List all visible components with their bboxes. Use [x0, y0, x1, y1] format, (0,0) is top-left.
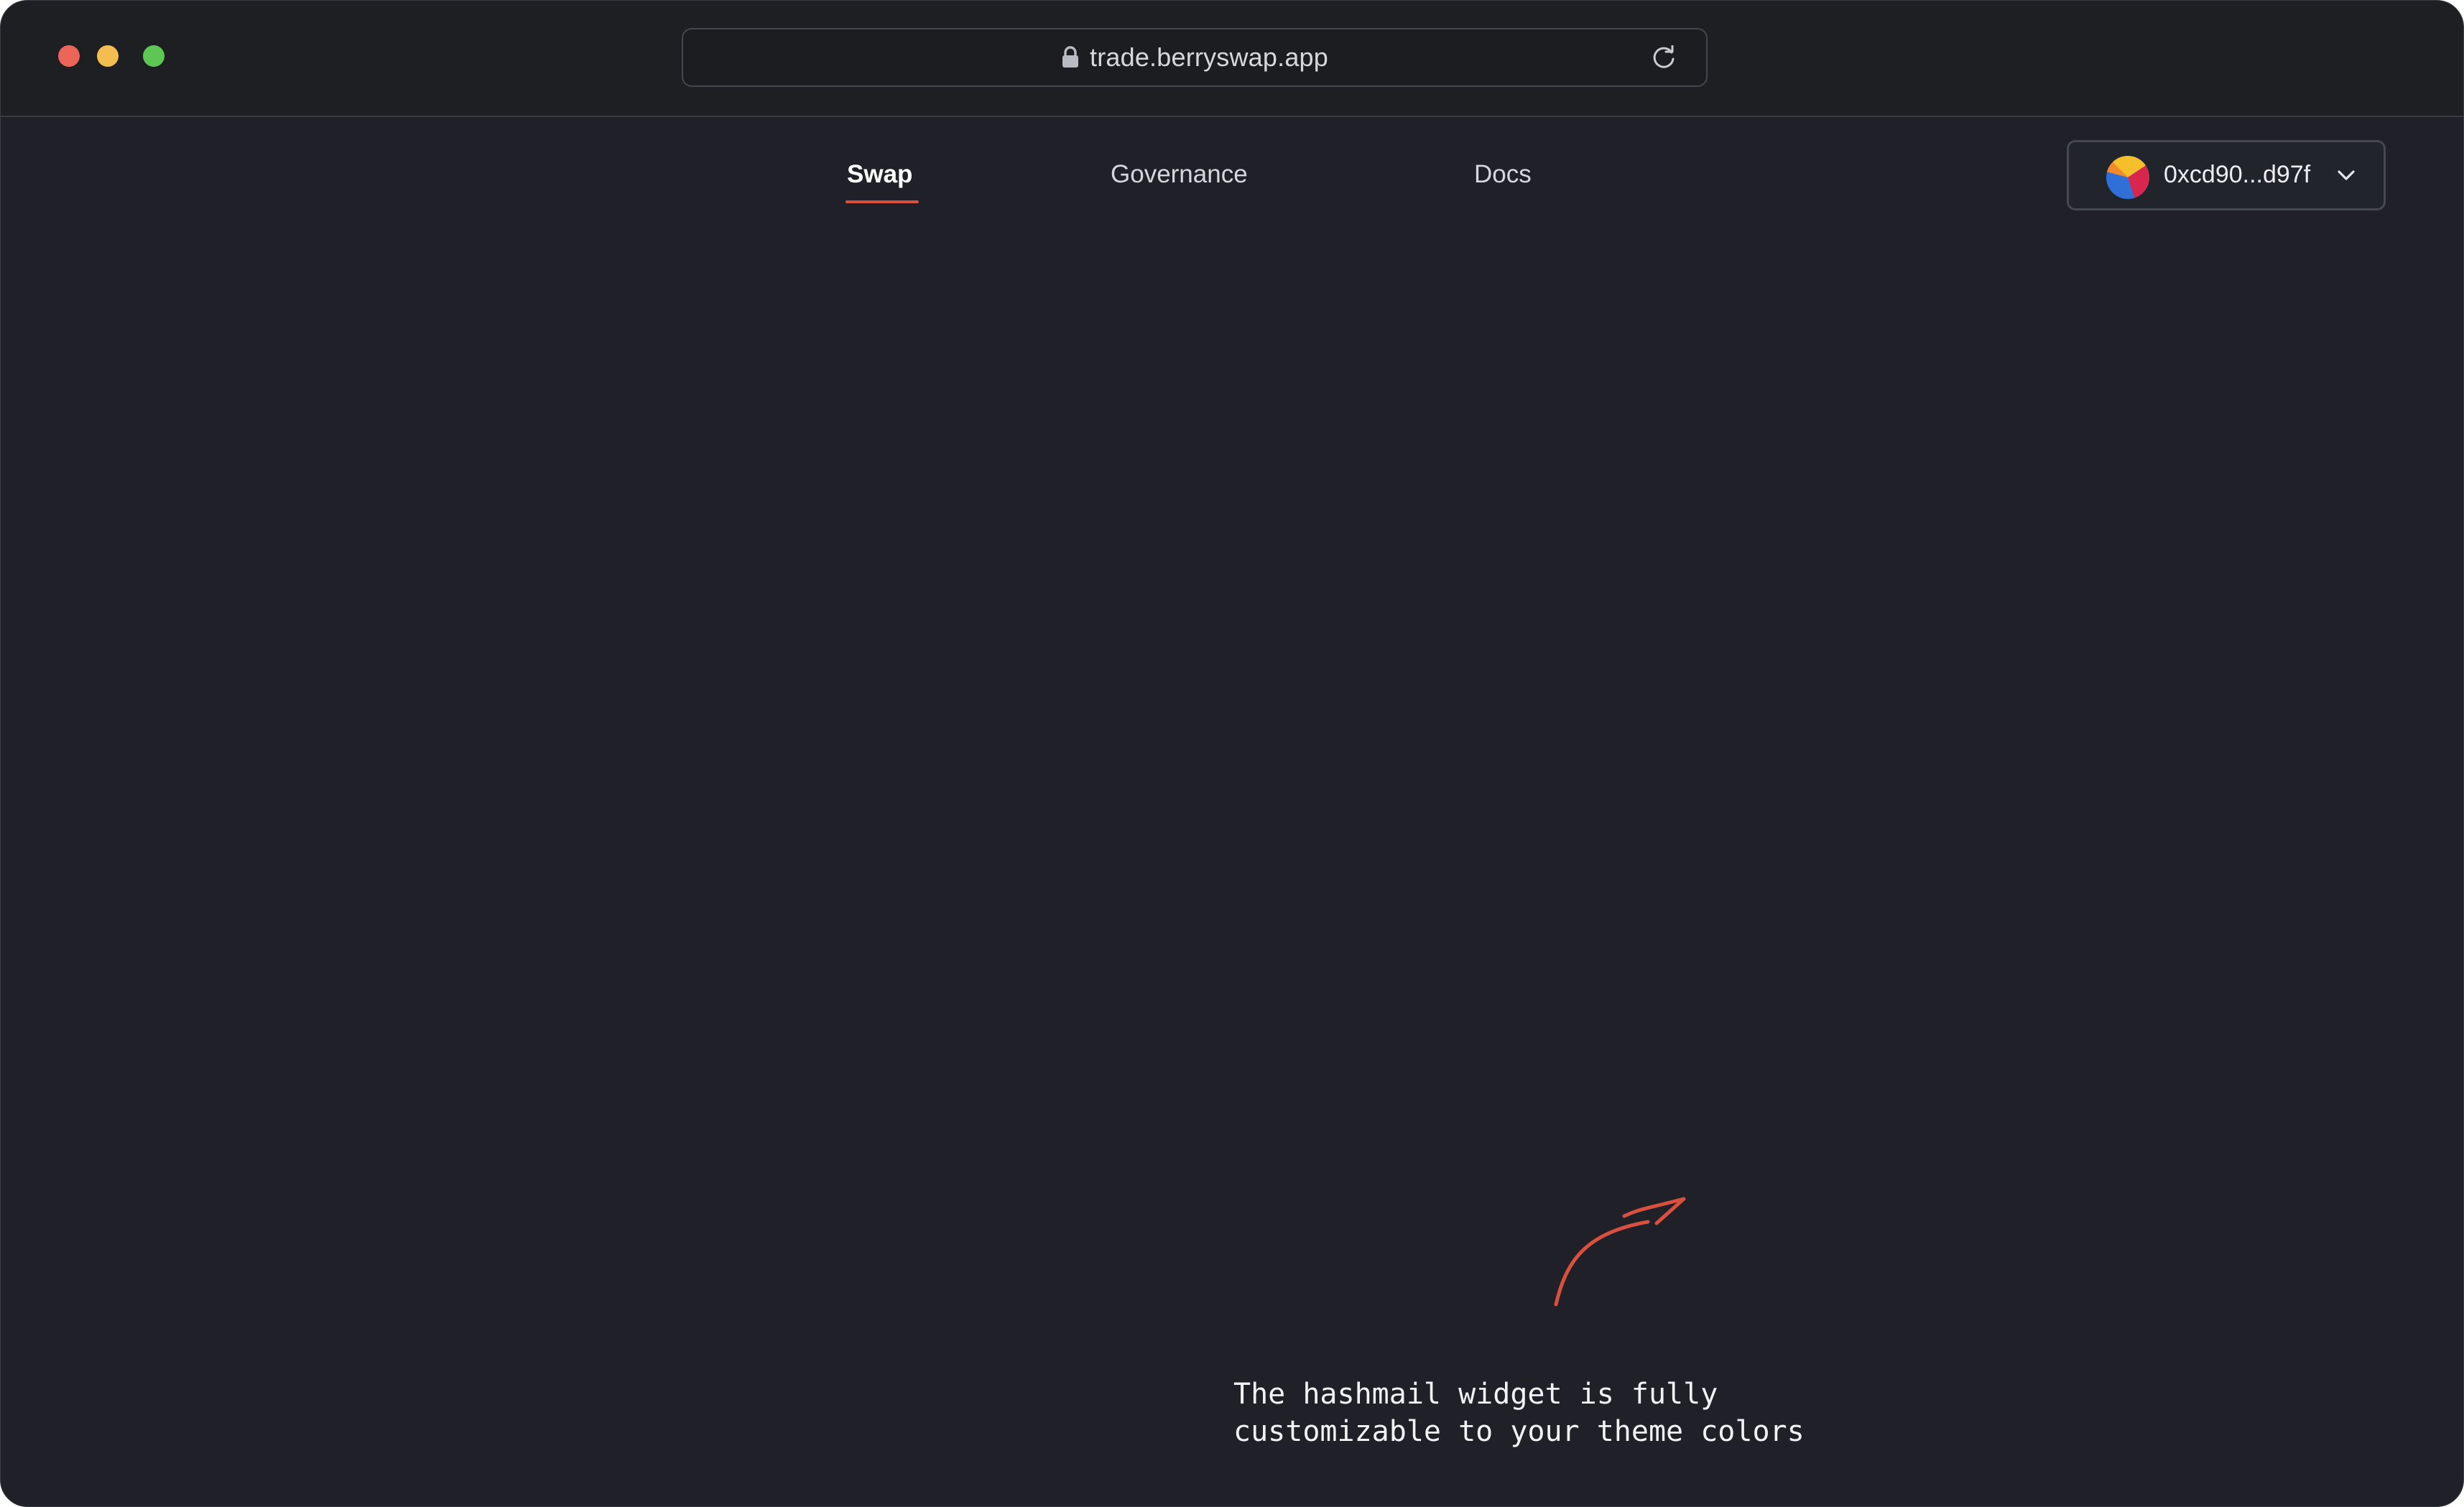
minimize-window-button[interactable] [97, 45, 119, 67]
active-tab-indicator [846, 200, 919, 203]
close-window-button[interactable] [58, 45, 80, 67]
browser-window: trade.berryswap.app Swap Governance Docs… [0, 0, 2464, 1507]
caption-line-1: The hashmail widget is fully [1233, 1378, 1718, 1411]
wallet-address: 0xcd90...d97f [2164, 161, 2311, 188]
annotation-caption: The hashmail widget is fully customizabl… [1233, 1376, 1805, 1450]
url-text: trade.berryswap.app [1090, 42, 1328, 72]
reload-icon[interactable] [1650, 45, 1677, 73]
nav-tab-docs[interactable]: Docs [1474, 160, 1532, 189]
wallet-connect-button[interactable]: 0xcd90...d97f [2067, 140, 2386, 210]
caption-line-2: customizable to your theme colors [1233, 1415, 1805, 1448]
address-bar[interactable]: trade.berryswap.app [682, 28, 1708, 87]
lock-icon [1062, 46, 1078, 68]
annotation-arrow-icon [1554, 1197, 1686, 1307]
nav-tab-swap[interactable]: Swap [847, 160, 912, 189]
wallet-avatar-icon [2106, 156, 2149, 199]
maximize-window-button[interactable] [143, 45, 165, 67]
chevron-down-icon [2338, 170, 2355, 180]
browser-titlebar: trade.berryswap.app [1, 1, 2463, 117]
nav-tab-governance[interactable]: Governance [1111, 160, 1248, 189]
